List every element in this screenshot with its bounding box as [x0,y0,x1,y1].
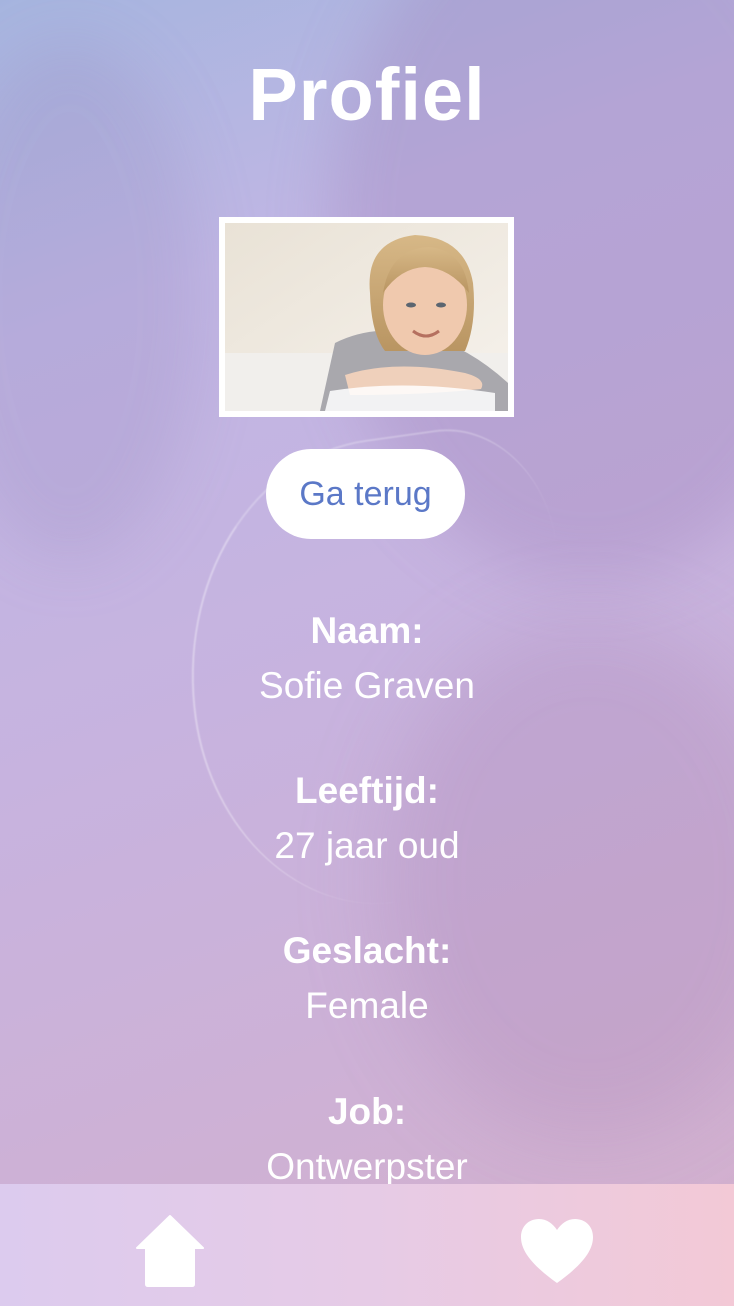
profile-photo [225,223,508,411]
field-label: Naam: [310,610,424,651]
field-value: 27 jaar oud [274,825,460,866]
home-nav-button[interactable] [125,1206,215,1296]
field-value: Female [305,985,429,1026]
field-label: Leeftijd: [295,770,439,811]
heart-icon [521,1219,593,1283]
profile-screen: Profiel Ga terug Naam: Sofie Graven Leef… [0,0,734,1306]
profile-photo-frame [219,217,514,417]
page-title: Profiel [248,53,486,136]
field-label: Geslacht: [282,930,452,971]
field-label: Job: [327,1091,407,1132]
favorites-nav-button[interactable] [512,1206,602,1296]
field-value: Ontwerpster [266,1146,468,1187]
home-icon [136,1215,204,1287]
field-value: Sofie Graven [259,665,475,706]
bottom-nav-bar [0,1184,734,1306]
profile-field-name: Naam: Sofie Graven [0,612,734,704]
back-button[interactable]: Ga terug [266,449,465,539]
profile-field-job: Job: Ontwerpster [0,1093,734,1185]
profile-field-gender: Geslacht: Female [0,932,734,1024]
profile-field-age: Leeftijd: 27 jaar oud [0,772,734,864]
